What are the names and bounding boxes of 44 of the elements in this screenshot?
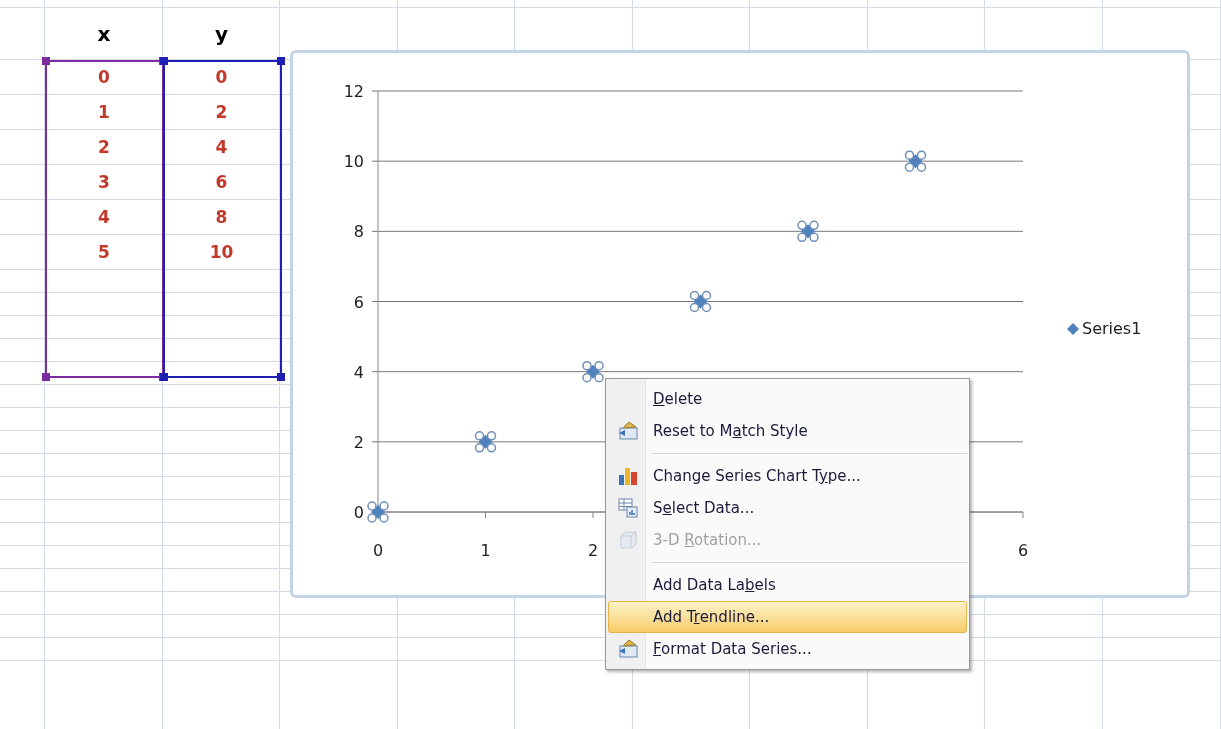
column-header: y — [214, 21, 228, 48]
tick-label: 6 — [1017, 541, 1029, 560]
cell-value: 3 — [98, 170, 110, 194]
tick-label: 0 — [353, 503, 364, 522]
cell-value: 1 — [98, 100, 110, 124]
cell-value: 10 — [209, 240, 234, 264]
tick-label: 4 — [353, 362, 364, 382]
menu-item[interactable]: Delete — [608, 383, 967, 415]
menu-item[interactable]: Format Data Series... — [608, 633, 967, 665]
menu-item[interactable]: Reset to Match Style — [608, 415, 967, 447]
tick-label: 2 — [587, 541, 599, 560]
tick-label: 2 — [353, 432, 364, 452]
tick-label: 10 — [343, 152, 364, 172]
data-point[interactable] — [582, 360, 604, 383]
menu-item[interactable]: Add Data Labels — [608, 569, 967, 601]
data-point[interactable] — [904, 150, 927, 172]
cell-value: 0 — [98, 65, 110, 89]
format-icon — [617, 639, 639, 659]
data-point[interactable] — [689, 290, 712, 313]
tick-label: 0 — [372, 541, 384, 560]
data-point[interactable] — [474, 431, 497, 453]
menu-item[interactable]: Add Trendline... — [608, 601, 967, 633]
cell-value: 0 — [215, 65, 228, 89]
table-icon — [618, 498, 638, 518]
tick-label: 6 — [353, 292, 364, 312]
cell-value: 2 — [98, 135, 110, 159]
cell-value: 5 — [98, 240, 110, 264]
cell-value: 6 — [215, 170, 228, 194]
tick-label: 12 — [343, 82, 364, 101]
bar-chart-icon — [618, 466, 638, 486]
tick-label: 1 — [480, 541, 491, 560]
cell-value: 2 — [215, 100, 228, 124]
data-point[interactable] — [797, 220, 819, 243]
cell-value: 8 — [215, 205, 228, 229]
format-icon — [617, 421, 639, 441]
menu-item[interactable]: Select Data... — [608, 492, 967, 524]
legend-label: Series1 — [1082, 318, 1142, 340]
tick-label: 8 — [353, 222, 364, 242]
cube-icon — [618, 530, 638, 550]
data-point[interactable] — [367, 501, 389, 523]
menu-item[interactable]: Change Series Chart Type... — [608, 460, 967, 492]
cell-value: 4 — [215, 135, 228, 159]
column-header: x — [97, 21, 111, 48]
cell-value: 4 — [98, 205, 110, 229]
